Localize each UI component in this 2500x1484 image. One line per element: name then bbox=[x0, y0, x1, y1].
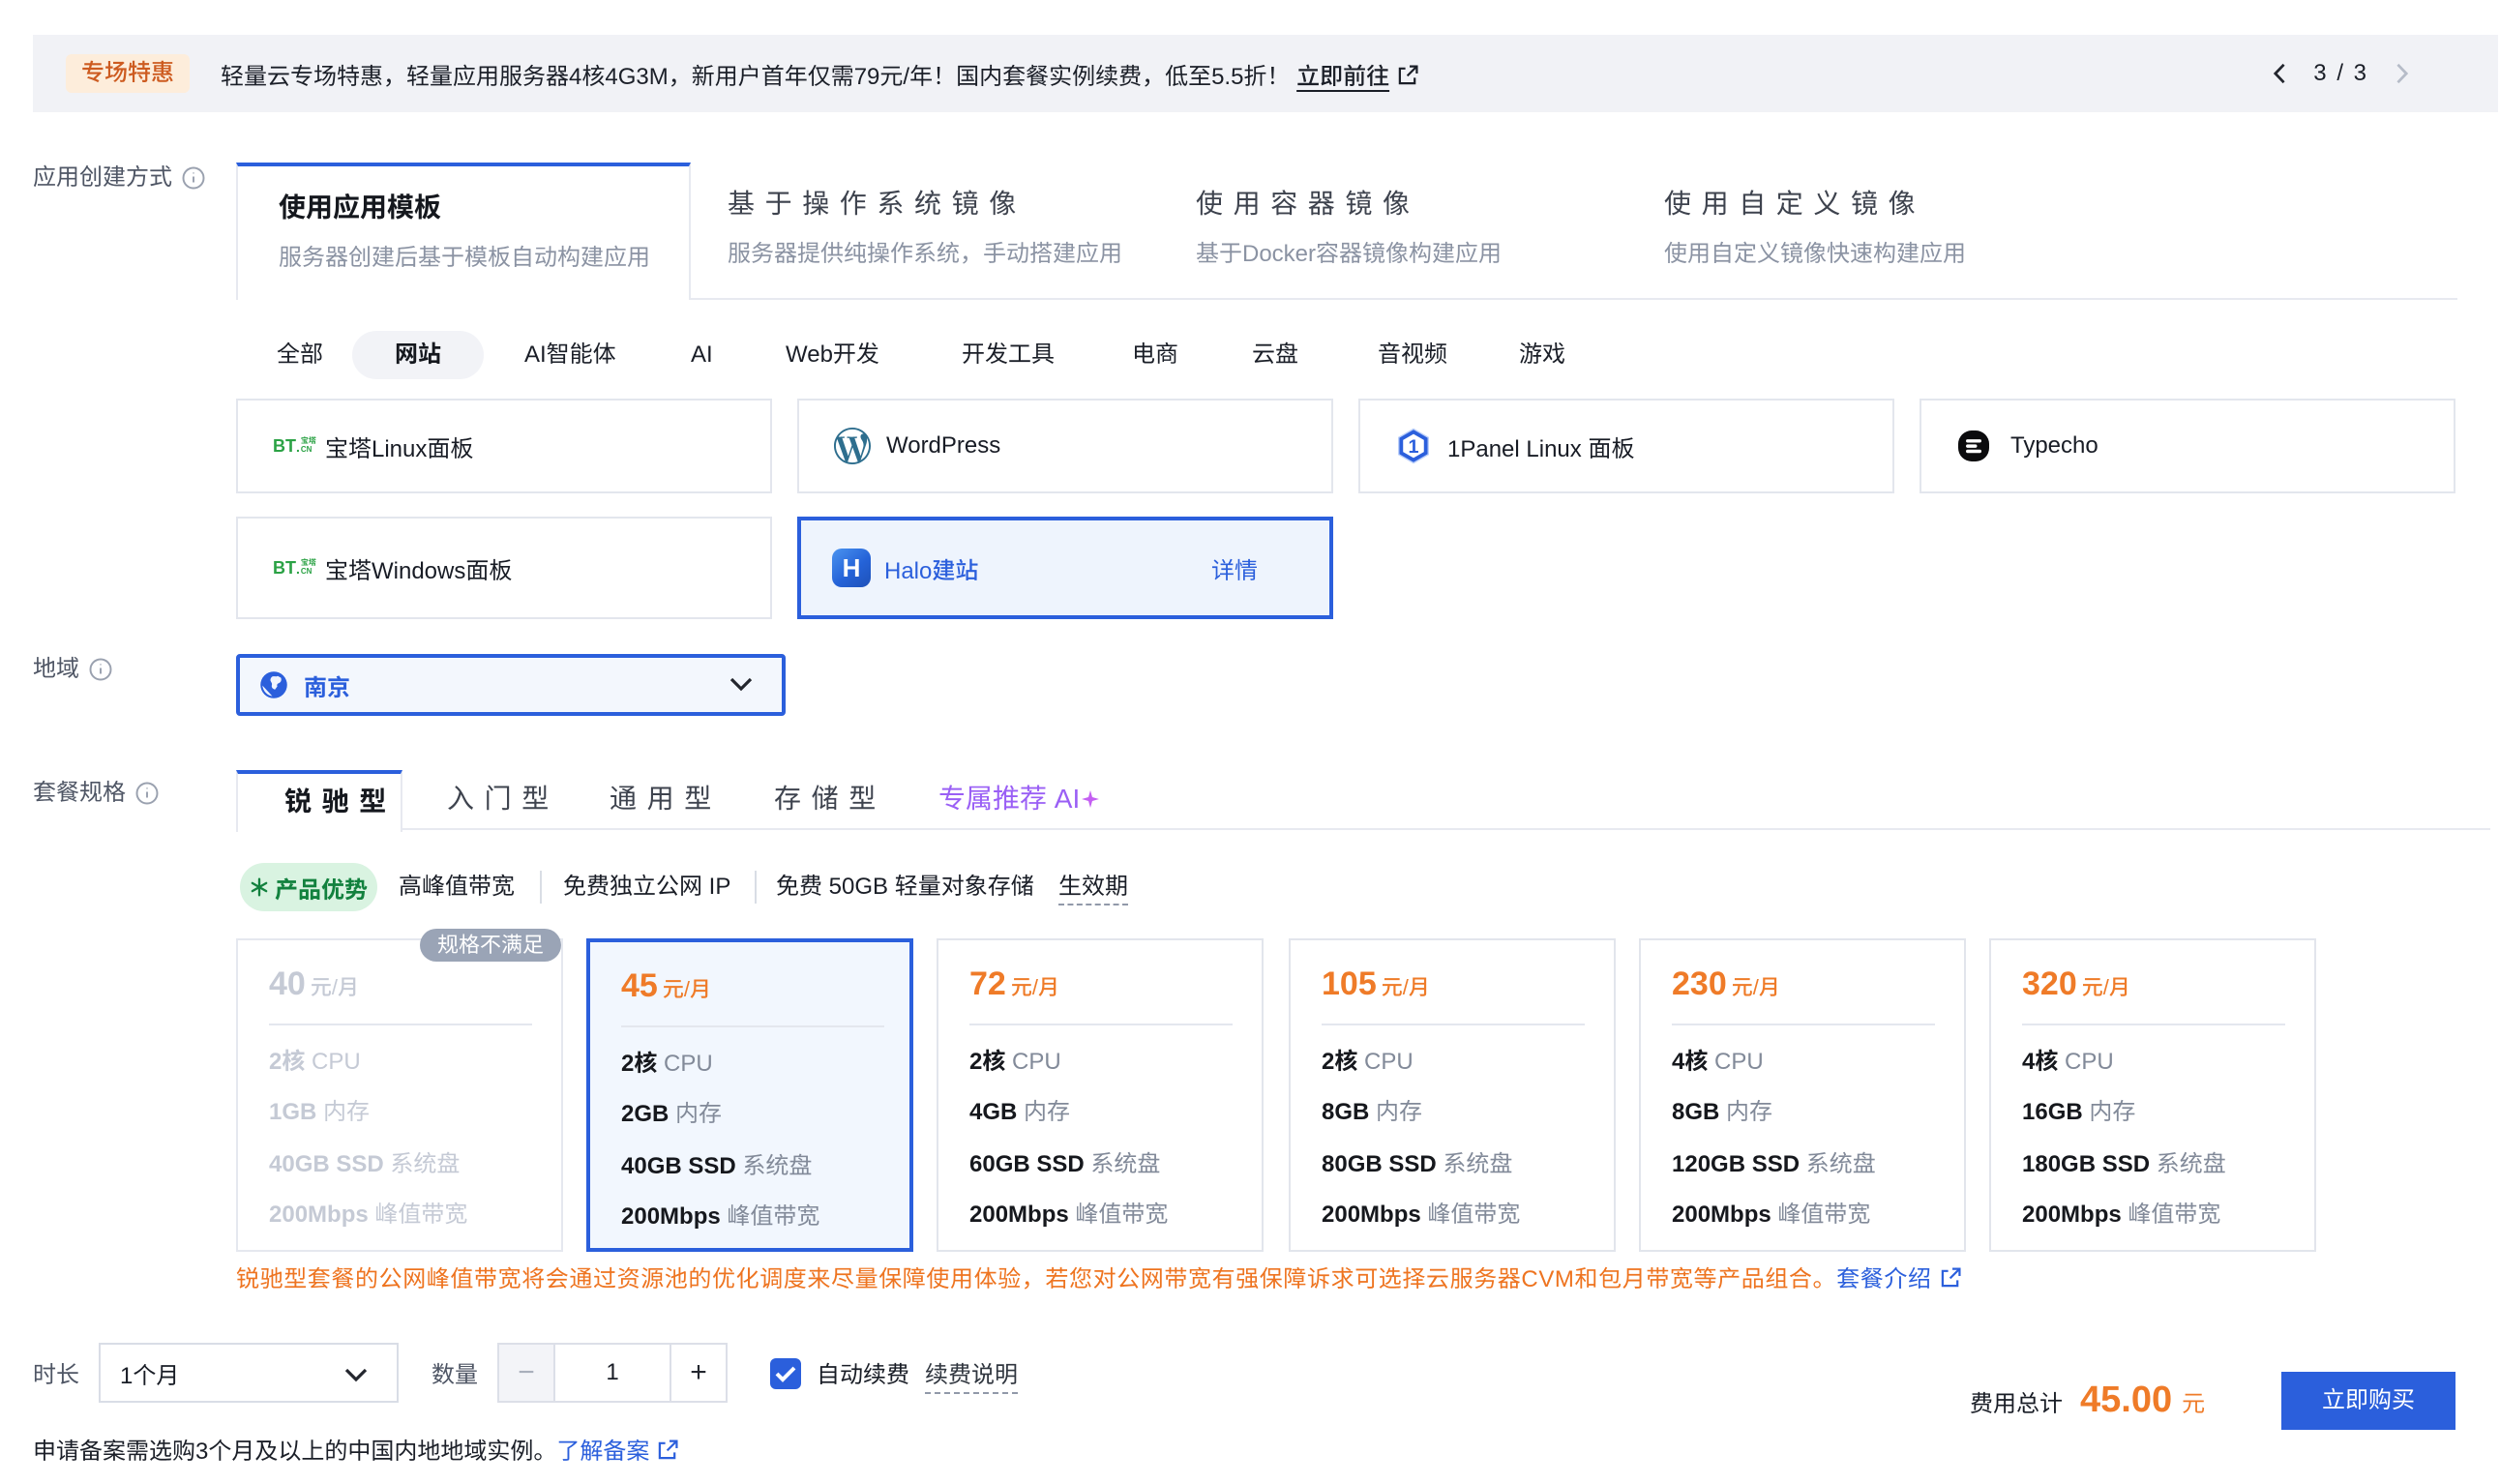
svg-text:1: 1 bbox=[1408, 436, 1418, 458]
